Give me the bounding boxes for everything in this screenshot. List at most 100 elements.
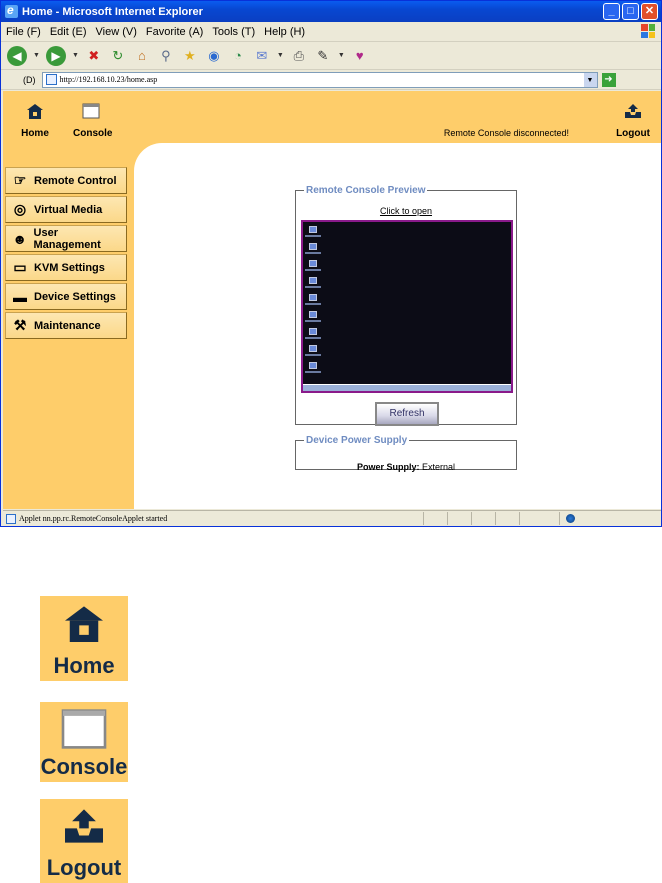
home-house-icon [27,104,43,119]
console-preview-thumbnail[interactable] [301,220,513,393]
stop-icon[interactable]: ✖ [85,47,103,65]
maximize-button[interactable]: □ [622,3,639,20]
desktop-icon [309,243,317,250]
desktop-icon-label [305,269,321,271]
sidebar-item-device-settings[interactable]: ▬ Device Settings [5,283,127,310]
page-content: Home Console Remote Console disconnected… [3,91,661,509]
console-button[interactable]: Console [73,103,113,139]
title-bar: Home - Microsoft Internet Explorer _ □ ✕ [1,1,661,22]
console-window-icon [82,103,100,119]
print-icon[interactable]: ⎙ [290,47,308,65]
ie-icon [5,3,18,18]
desktop-icon [309,311,317,318]
logout-icon-zoom: Logout [40,799,128,883]
menu-favorite[interactable]: Favorite (A) [146,26,203,38]
window-title: Home - Microsoft Internet Explorer [22,5,203,18]
menu-file[interactable]: File (F) [6,26,41,38]
sidebar-item-label: User Management [33,226,101,251]
browser-window: Home - Microsoft Internet Explorer _ □ ✕… [0,0,662,527]
close-button[interactable]: ✕ [641,3,658,20]
device-power-supply: Device Power Supply Power Supply: Extern… [295,435,517,472]
forward-icon[interactable]: ▶ [45,45,66,66]
page-header: Home Console Remote Console disconnected… [3,91,661,143]
console-status-message: Remote Console disconnected! [443,128,569,138]
menu-view[interactable]: View (V) [96,26,137,38]
remote-console-preview: Remote Console Preview Click to open Ref… [295,185,517,426]
logout-label: Logout [616,128,650,139]
home-label: Home [21,128,49,139]
edit-dropdown-icon[interactable]: ▼ [338,52,345,59]
refresh-icon[interactable]: ↻ [109,47,127,65]
console-label: Console [73,128,113,139]
edit-icon[interactable]: ✎ [314,47,332,65]
desktop-icon [309,328,317,335]
menu-edit[interactable]: Edit (E) [50,26,87,38]
status-divider [495,512,496,525]
home-button[interactable]: Home [19,103,51,139]
media-icon[interactable]: ◉ [205,47,223,65]
sidebar-item-user-management[interactable]: ☻ User Management [5,225,127,252]
desktop-icon [309,277,317,284]
desktop-icon [309,226,317,233]
preview-legend: Remote Console Preview [306,185,426,196]
sidebar-item-kvm-settings[interactable]: ▭ KVM Settings [5,254,127,281]
power-supply-line: Power Supply: External [296,462,516,472]
logout-button[interactable]: Logout [613,103,653,139]
favorites-icon[interactable]: ★ [181,47,199,65]
desktop-icon-label [305,303,321,305]
desktop-icon-label [305,371,321,373]
console-window-icon [61,709,107,749]
status-bar: Applet nn.pp.rc.RemoteConsoleApplet star… [3,510,661,526]
home-icon[interactable]: ⌂ [133,47,151,65]
status-divider [447,512,448,525]
sidebar-item-maintenance[interactable]: ⚒ Maintenance [5,312,127,339]
toolbar: ◀ ▼ ▶ ▼ ✖ ↻ ⌂ ⚲ ★ ◉ ◔ ✉ ▼ ⎙ ✎ ▼ ♥ [1,42,661,70]
minimize-button[interactable]: _ [603,3,620,20]
console-icon-zoom: Console [40,702,128,782]
address-input[interactable]: http://192.168.10.23/home.asp ▼ [41,71,598,88]
user-management-icon: ☻ [12,230,28,247]
desktop-icon-label [305,354,321,356]
click-to-open-link[interactable]: Click to open [296,206,516,216]
home-house-icon [65,606,103,642]
virtual-media-icon: ◎ [13,201,27,217]
internet-zone-icon [566,514,575,523]
desktop-icon-label [305,252,321,254]
menu-help[interactable]: Help (H) [264,26,305,38]
status-divider [471,512,472,525]
desktop-icon-label [305,286,321,288]
sidebar-item-label: Device Settings [34,290,116,303]
back-icon[interactable]: ◀ [7,45,27,66]
search-icon[interactable]: ⚲ [157,47,175,65]
address-bar: (D) http://192.168.10.23/home.asp ▼ ➜ [1,70,661,90]
status-text: Applet nn.pp.rc.RemoteConsoleApplet star… [19,514,168,523]
sidebar-item-label: Maintenance [34,319,101,332]
messenger-icon[interactable]: ♥ [351,47,369,65]
back-dropdown-icon[interactable]: ▼ [33,52,40,59]
sidebar-item-label: KVM Settings [34,261,105,274]
sidebar-item-virtual-media[interactable]: ◎ Virtual Media [5,196,127,223]
desktop-icon [309,294,317,301]
menu-bar: File (F) Edit (E) View (V) Favorite (A) … [1,22,661,42]
power-supply-label: Power Supply: [356,462,420,472]
home-icon-zoom: Home [40,596,128,681]
status-divider [559,512,560,525]
forward-dropdown-icon[interactable]: ▼ [72,52,79,59]
address-dropdown-icon[interactable]: ▼ [583,72,597,87]
remote-taskbar [303,384,511,391]
windows-logo-icon [641,24,655,38]
desktop-icon [309,362,317,369]
menu-tools[interactable]: Tools (T) [212,26,255,38]
go-icon[interactable]: ➜ [601,72,616,87]
status-divider [519,512,520,525]
mail-icon[interactable]: ✉ [253,47,271,65]
refresh-button[interactable]: Refresh [375,402,439,426]
mail-dropdown-icon[interactable]: ▼ [277,52,284,59]
history-icon[interactable]: ◔ [229,47,247,65]
remote-control-icon: ☞ [13,172,27,188]
desktop-icon-label [305,235,321,237]
status-divider [423,512,424,525]
sidebar-item-label: Remote Control [34,174,117,187]
power-supply-value: External [422,462,456,472]
sidebar-item-remote-control[interactable]: ☞ Remote Control [5,167,127,194]
